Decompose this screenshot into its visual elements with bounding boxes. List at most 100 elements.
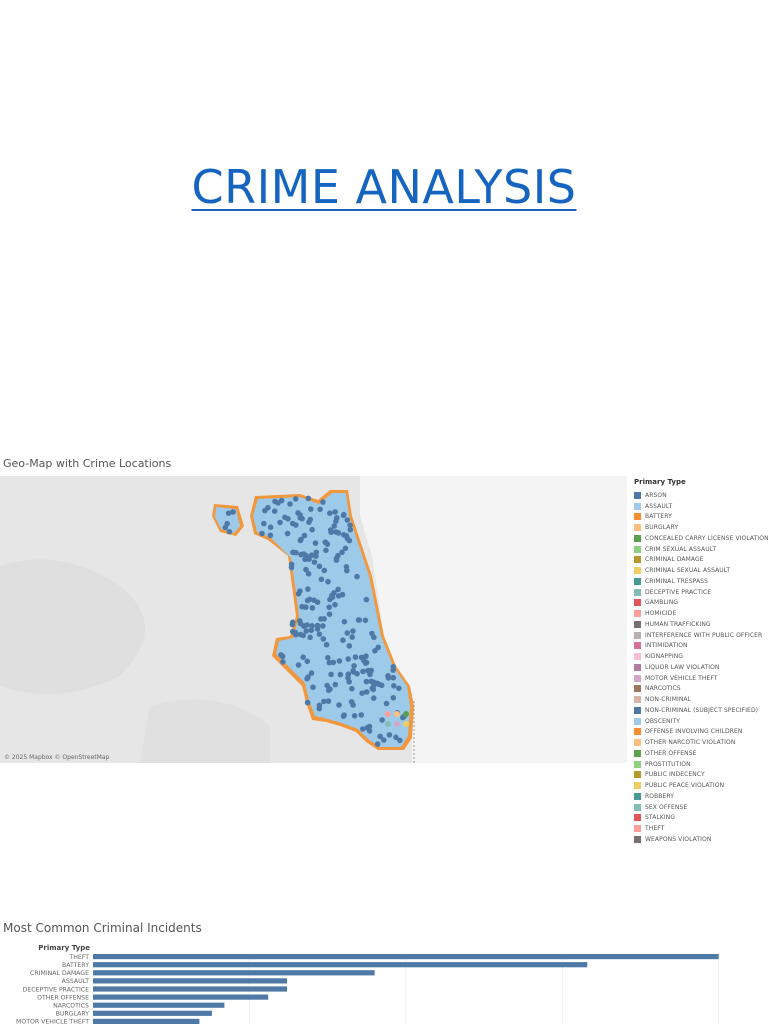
crime-point[interactable] bbox=[307, 634, 313, 641]
crime-point[interactable] bbox=[289, 619, 296, 626]
crime-point[interactable] bbox=[292, 496, 299, 502]
crime-point[interactable] bbox=[290, 628, 296, 635]
legend-item[interactable]: OTHER NARCOTIC VIOLATION bbox=[634, 737, 768, 748]
crime-point[interactable] bbox=[333, 529, 339, 535]
legend-item[interactable]: BURGLARY bbox=[634, 522, 768, 533]
legend-item[interactable]: THEFT bbox=[634, 823, 768, 834]
crime-point[interactable] bbox=[341, 618, 348, 625]
crime-point[interactable] bbox=[325, 698, 332, 704]
crime-point[interactable] bbox=[282, 514, 288, 521]
crime-point[interactable] bbox=[308, 506, 314, 512]
crime-point[interactable] bbox=[318, 576, 325, 583]
crime-point[interactable] bbox=[320, 623, 326, 629]
legend-item[interactable]: CONCEALED CARRY LICENSE VIOLATION bbox=[634, 533, 768, 544]
crime-point[interactable] bbox=[320, 636, 327, 642]
crime-point[interactable] bbox=[396, 685, 402, 692]
legend-item[interactable]: STALKING bbox=[634, 813, 768, 824]
crime-point[interactable] bbox=[348, 699, 355, 705]
crime-point[interactable] bbox=[330, 659, 337, 666]
crime-point[interactable] bbox=[345, 656, 352, 662]
crime-point[interactable] bbox=[345, 675, 351, 681]
bar[interactable] bbox=[93, 954, 719, 960]
legend-item[interactable]: NON-CRIMINAL bbox=[634, 694, 768, 705]
crime-point[interactable] bbox=[311, 559, 318, 565]
crime-point[interactable] bbox=[303, 628, 310, 634]
crime-point[interactable] bbox=[326, 604, 333, 610]
crime-point[interactable] bbox=[356, 617, 363, 623]
bar[interactable] bbox=[93, 1010, 212, 1016]
crime-point[interactable] bbox=[385, 673, 391, 679]
bar[interactable] bbox=[93, 1018, 200, 1024]
bar[interactable] bbox=[93, 986, 287, 992]
crime-point[interactable] bbox=[312, 540, 319, 546]
crime-point[interactable] bbox=[340, 713, 347, 719]
crime-point[interactable] bbox=[230, 509, 236, 515]
crime-point[interactable] bbox=[344, 567, 350, 574]
crime-point[interactable] bbox=[323, 539, 329, 546]
crime-point[interactable] bbox=[375, 644, 382, 651]
crime-point[interactable] bbox=[360, 668, 366, 675]
legend-item[interactable]: OTHER OFFENSE bbox=[634, 748, 768, 759]
crime-point[interactable] bbox=[394, 721, 400, 727]
crime-point[interactable] bbox=[391, 683, 397, 689]
crime-point[interactable] bbox=[362, 660, 369, 666]
crime-point[interactable] bbox=[368, 667, 375, 674]
geo-map[interactable]: © 2025 Mapbox © OpenStreetMap bbox=[0, 476, 627, 763]
crime-point[interactable] bbox=[295, 510, 301, 516]
crime-point[interactable] bbox=[403, 711, 409, 717]
legend-item[interactable]: INTIMIDATION bbox=[634, 641, 768, 652]
crime-point[interactable] bbox=[226, 528, 233, 535]
crime-point[interactable] bbox=[278, 497, 285, 504]
legend-item[interactable]: OFFENSE INVOLVING CHILDREN bbox=[634, 727, 768, 738]
crime-point[interactable] bbox=[305, 674, 311, 680]
legend-item[interactable]: PUBLIC PEACE VIOLATION bbox=[634, 780, 768, 791]
crime-point[interactable] bbox=[293, 522, 299, 528]
legend-item[interactable]: ARSON bbox=[634, 490, 768, 501]
crime-point[interactable] bbox=[390, 674, 397, 681]
crime-point[interactable] bbox=[383, 700, 390, 707]
legend-item[interactable]: DECEPTIVE PRACTICE bbox=[634, 587, 768, 598]
crime-point[interactable] bbox=[341, 511, 347, 518]
crime-point[interactable] bbox=[374, 741, 381, 747]
crime-point[interactable] bbox=[349, 634, 356, 640]
crime-point[interactable] bbox=[313, 549, 320, 556]
crime-point[interactable] bbox=[316, 563, 323, 570]
map-canvas[interactable] bbox=[0, 476, 627, 763]
legend-item[interactable]: NON-CRIMINAL (SUBJECT SPECIFIED) bbox=[634, 705, 768, 716]
crime-point[interactable] bbox=[307, 596, 313, 603]
crime-point[interactable] bbox=[280, 659, 286, 665]
crime-point[interactable] bbox=[305, 495, 312, 502]
legend-item[interactable]: INTERFERENCE WITH PUBLIC OFFICER bbox=[634, 630, 768, 641]
legend-item[interactable]: PROSTITUTION bbox=[634, 759, 768, 770]
legend-item[interactable]: WEAPONS VIOLATION bbox=[634, 834, 768, 845]
crime-point[interactable] bbox=[347, 522, 353, 529]
crime-point[interactable] bbox=[297, 631, 304, 638]
crime-point[interactable] bbox=[297, 514, 304, 521]
crime-point[interactable] bbox=[277, 519, 283, 526]
crime-point[interactable] bbox=[323, 547, 329, 554]
crime-point[interactable] bbox=[332, 601, 338, 608]
crime-point[interactable] bbox=[305, 586, 311, 592]
crime-point[interactable] bbox=[316, 631, 323, 637]
crime-point[interactable] bbox=[261, 520, 267, 527]
crime-point[interactable] bbox=[328, 671, 334, 678]
crime-point[interactable] bbox=[385, 711, 391, 717]
crime-point[interactable] bbox=[379, 717, 385, 723]
crime-point[interactable] bbox=[327, 510, 333, 516]
crime-point[interactable] bbox=[295, 662, 302, 668]
legend-item[interactable]: PUBLIC INDECENCY bbox=[634, 770, 768, 781]
crime-point[interactable] bbox=[363, 596, 370, 603]
crime-point[interactable] bbox=[351, 713, 358, 719]
bar[interactable] bbox=[93, 978, 287, 984]
crime-point[interactable] bbox=[309, 526, 315, 533]
crime-point[interactable] bbox=[279, 653, 286, 660]
legend-item[interactable]: HOMICIDE bbox=[634, 608, 768, 619]
crime-point[interactable] bbox=[344, 517, 351, 523]
crime-point[interactable] bbox=[301, 551, 307, 557]
crime-point[interactable] bbox=[403, 721, 409, 727]
crime-point[interactable] bbox=[297, 537, 304, 544]
legend-item[interactable]: MOTOR VEHICLE THEFT bbox=[634, 673, 768, 684]
crime-point[interactable] bbox=[351, 663, 357, 669]
legend-item[interactable]: ASSAULT bbox=[634, 501, 768, 512]
crime-point[interactable] bbox=[304, 699, 311, 706]
